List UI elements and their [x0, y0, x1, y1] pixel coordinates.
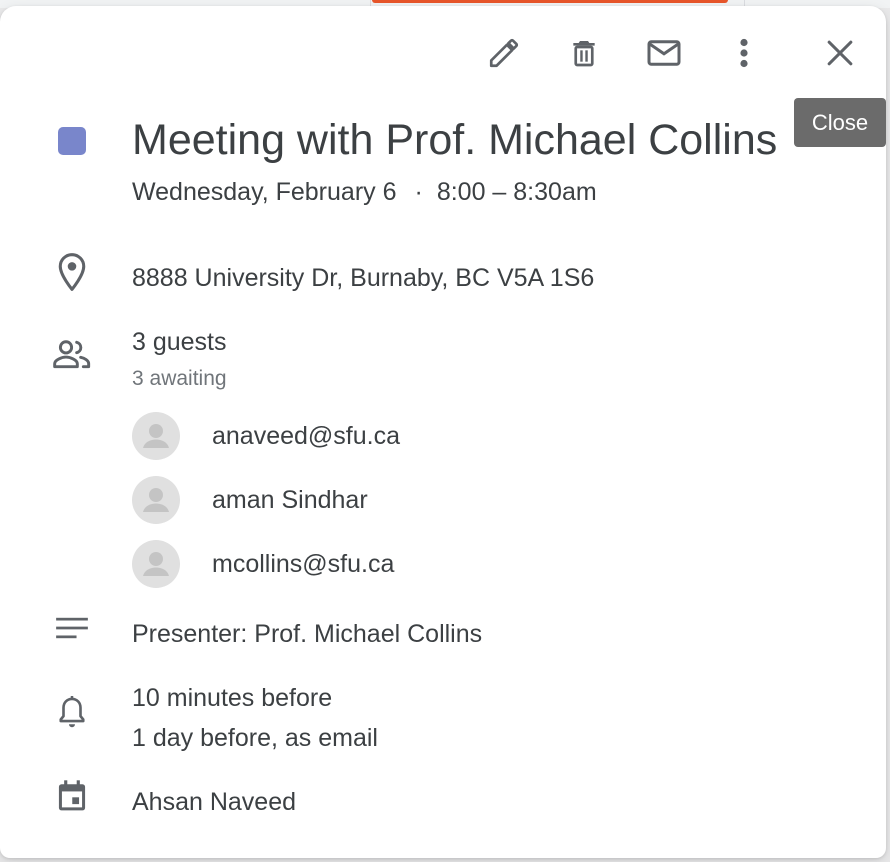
- avatar: [132, 412, 180, 460]
- event-title: Meeting with Prof. Michael Collins: [132, 116, 778, 164]
- datetime-separator: ·: [414, 178, 423, 206]
- description-row-icon: [50, 606, 94, 650]
- notifications-row-icon: [50, 690, 94, 734]
- guests-row-icon: [50, 332, 94, 376]
- location-row-icon: [50, 250, 94, 294]
- calendar-icon: [58, 780, 86, 811]
- guest-item[interactable]: anaveed@sfu.ca: [132, 412, 732, 460]
- guest-name: anaveed@sfu.ca: [212, 422, 401, 450]
- close-button[interactable]: [816, 29, 864, 77]
- event-location[interactable]: 8888 University Dr, Burnaby, BC V5A 1S6: [132, 262, 594, 294]
- envelope-icon: [647, 40, 681, 66]
- guest-count: 3 guests: [132, 328, 227, 356]
- calendar-row-icon: [50, 774, 94, 818]
- avatar: [132, 540, 180, 588]
- more-options-button[interactable]: [720, 29, 768, 77]
- event-details-dialog: Meeting with Prof. Michael Collins Wedne…: [0, 6, 886, 858]
- bell-icon: [59, 696, 85, 728]
- email-guests-button[interactable]: [640, 29, 688, 77]
- event-date: Wednesday, February 6: [132, 178, 397, 206]
- guest-name: aman Sindhar: [212, 486, 368, 514]
- trash-icon: [573, 41, 595, 67]
- event-color-swatch: [58, 127, 86, 155]
- guest-name: mcollins@sfu.ca: [212, 550, 395, 578]
- close-tooltip: Close: [794, 98, 886, 147]
- guest-item[interactable]: mcollins@sfu.ca: [132, 540, 732, 588]
- event-datetime: Wednesday, February 6 · 8:00 – 8:30am: [132, 176, 597, 208]
- location-pin-icon: [58, 253, 86, 291]
- guest-item[interactable]: aman Sindhar: [132, 476, 732, 524]
- guest-response-status: 3 awaiting: [132, 367, 227, 390]
- background-event-chip: [372, 0, 728, 3]
- delete-event-button[interactable]: [560, 29, 608, 77]
- calendar-owner: Ahsan Naveed: [132, 788, 297, 816]
- notes-icon: [56, 617, 88, 639]
- edit-event-button[interactable]: [480, 29, 528, 77]
- more-vert-icon: [740, 38, 748, 68]
- notification-item: 10 minutes before: [132, 684, 333, 712]
- avatar: [132, 476, 180, 524]
- people-icon: [53, 340, 91, 369]
- pencil-icon: [489, 38, 519, 68]
- notification-item: 1 day before, as email: [132, 724, 378, 752]
- event-description: Presenter: Prof. Michael Collins: [132, 620, 483, 648]
- event-time: 8:00 – 8:30am: [436, 178, 597, 206]
- close-icon: [827, 40, 853, 66]
